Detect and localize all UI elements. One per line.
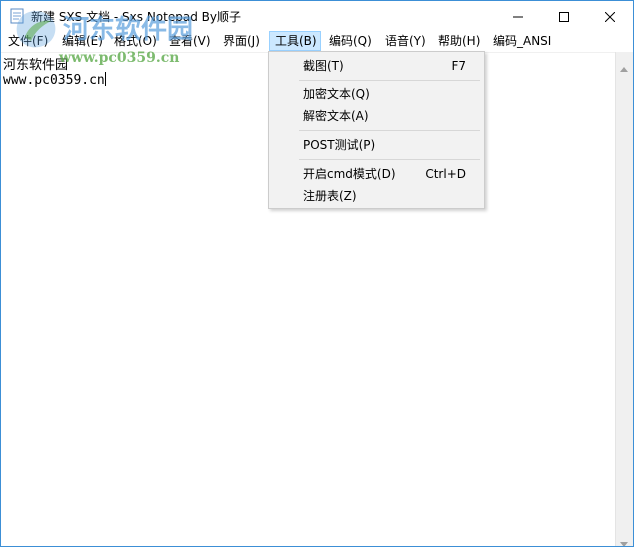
menu-edit[interactable]: 编辑(E) xyxy=(57,31,108,51)
menu-item-label: 开启cmd模式(D) xyxy=(303,167,396,181)
menu-item-label: 解密文本(A) xyxy=(303,109,369,123)
menu-item-registry[interactable]: 注册表(Z) xyxy=(271,185,482,207)
menu-item-post-test[interactable]: POST测试(P) xyxy=(271,134,482,156)
menu-file[interactable]: 文件(F) xyxy=(3,31,53,51)
menu-separator xyxy=(299,80,480,81)
window-title: 新建 SXS 文档 - Sxs Notepad By顺子 xyxy=(31,10,241,24)
menu-separator xyxy=(299,130,480,131)
menu-item-screenshot[interactable]: 截图(T) F7 xyxy=(271,55,482,77)
minimize-icon xyxy=(513,7,523,26)
scroll-up-arrow-icon[interactable] xyxy=(620,57,628,76)
close-icon xyxy=(604,7,616,26)
menu-view[interactable]: 查看(V) xyxy=(164,31,216,51)
menu-interface[interactable]: 界面(J) xyxy=(218,31,265,51)
menu-item-shortcut: F7 xyxy=(451,59,466,73)
menu-item-label: 注册表(Z) xyxy=(303,189,357,203)
menu-item-cmd-mode[interactable]: 开启cmd模式(D) Ctrl+D xyxy=(271,163,482,185)
menu-separator xyxy=(299,159,480,160)
app-window: 新建 SXS 文档 - Sxs Notepad By顺子 文件(F) 编辑(E)… xyxy=(0,0,634,547)
menu-item-label: POST测试(P) xyxy=(303,138,376,152)
maximize-icon xyxy=(559,7,569,26)
title-bar[interactable]: 新建 SXS 文档 - Sxs Notepad By顺子 xyxy=(1,1,633,31)
editor-line-text: www.pc0359.cn xyxy=(3,73,105,88)
vertical-scrollbar[interactable] xyxy=(615,52,633,546)
menu-format[interactable]: 格式(O) xyxy=(109,31,162,51)
menu-voice[interactable]: 语音(Y) xyxy=(380,31,431,51)
menu-item-decrypt-text[interactable]: 解密文本(A) xyxy=(271,105,482,127)
menu-tools[interactable]: 工具(B) xyxy=(269,31,321,51)
maximize-button[interactable] xyxy=(541,1,587,31)
editor-line-text: 河东软件园 xyxy=(3,58,69,73)
menu-help[interactable]: 帮助(H) xyxy=(433,31,485,51)
menu-item-encrypt-text[interactable]: 加密文本(Q) xyxy=(271,83,482,105)
minimize-button[interactable] xyxy=(495,1,541,31)
notepad-app-icon[interactable] xyxy=(9,8,25,24)
scroll-down-arrow-icon[interactable] xyxy=(620,532,628,546)
menu-item-shortcut: Ctrl+D xyxy=(425,167,466,181)
menu-bar: 文件(F) 编辑(E) 格式(O) 查看(V) 界面(J) 工具(B) 编码(Q… xyxy=(1,31,633,51)
editor-line: www.pc0359.cn xyxy=(3,72,106,88)
menu-item-label: 加密文本(Q) xyxy=(303,87,370,101)
editor-line: 河东软件园 xyxy=(3,54,68,73)
menu-encoding[interactable]: 编码(Q) xyxy=(324,31,377,51)
menu-item-label: 截图(T) xyxy=(303,59,344,73)
text-caret xyxy=(104,72,106,86)
menu-encoding-ansi[interactable]: 编码_ANSI xyxy=(488,31,556,51)
close-button[interactable] xyxy=(587,1,633,31)
tools-dropdown-menu: 截图(T) F7 加密文本(Q) 解密文本(A) POST测试(P) 开启cmd… xyxy=(268,51,485,209)
